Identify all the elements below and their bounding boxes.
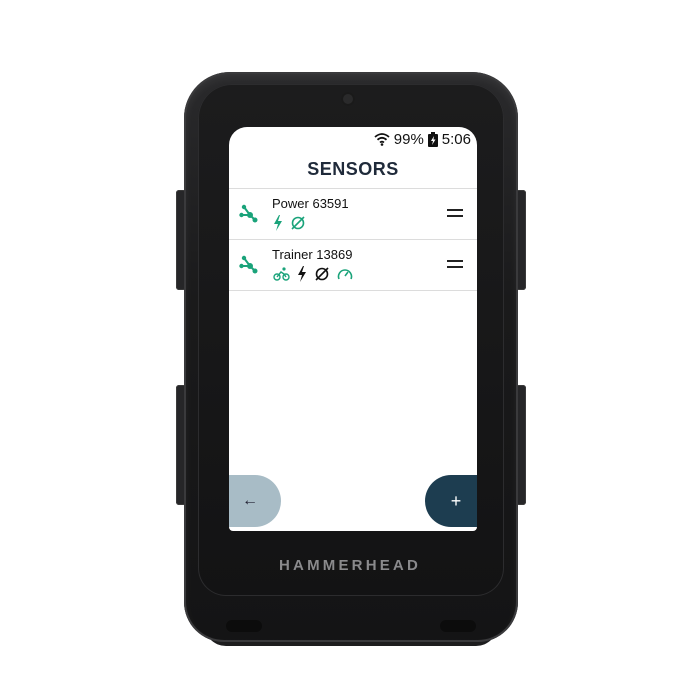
battery-charging-icon <box>427 131 438 147</box>
sensor-row-trainer[interactable]: Trainer 13869 <box>229 239 477 291</box>
sensor-row-power[interactable]: Power 63591 <box>229 188 477 239</box>
speed-icon <box>337 267 353 286</box>
drag-handle-icon[interactable] <box>447 209 463 219</box>
cyclist-icon <box>273 267 290 286</box>
light-sensor <box>341 92 355 106</box>
brand-logo: HAMMERHEAD <box>279 557 421 574</box>
mount-slot-right <box>440 620 476 632</box>
sensor-list: Power 63591 Trainer 13869 <box>229 188 477 291</box>
power-icon <box>297 266 307 287</box>
sensor-capabilities <box>273 266 353 287</box>
wifi-icon <box>374 132 390 146</box>
arrow-left-icon: ← <box>242 492 258 509</box>
sensor-name: Power 63591 <box>272 196 349 211</box>
mount-slot-left <box>226 620 262 632</box>
cadence-icon <box>314 266 330 287</box>
clock-time: 5:06 <box>441 130 471 148</box>
drag-handle-icon[interactable] <box>447 260 463 270</box>
power-icon <box>273 215 283 236</box>
back-button[interactable]: ← <box>229 475 281 527</box>
plus-icon: + <box>450 490 462 511</box>
device-screen: 99% 5:06 SENSORS Power 63591 Trainer 138… <box>229 127 477 531</box>
add-sensor-button[interactable]: + <box>425 475 477 527</box>
sensor-name: Trainer 13869 <box>272 247 353 262</box>
status-bar: 99% 5:06 <box>374 129 471 149</box>
sensor-connected-icon <box>239 204 259 224</box>
cadence-icon <box>290 215 306 236</box>
battery-percent: 99% <box>393 130 424 148</box>
page-title: SENSORS <box>307 159 399 179</box>
sensor-capabilities <box>273 215 306 236</box>
sensor-connected-icon <box>239 255 259 275</box>
